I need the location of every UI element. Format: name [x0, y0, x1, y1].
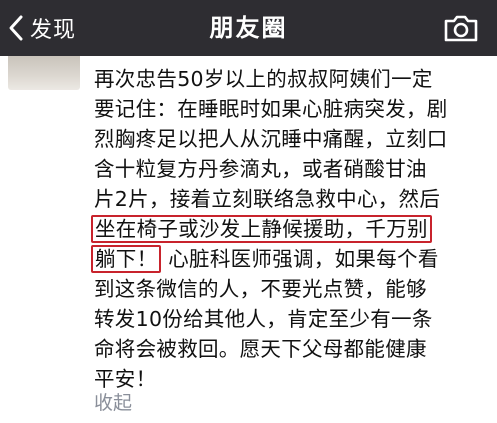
post-line: 平安！	[94, 367, 157, 391]
collapse-link[interactable]: 收起	[94, 388, 132, 415]
post-line: 要记住：在睡眠时如果心脏病突发，剧	[94, 97, 448, 121]
highlighted-text: 坐在椅子或沙发上静候援助，千万别	[91, 215, 432, 243]
post-line: 坐在椅子或沙发上静候援助，千万别	[91, 214, 486, 244]
post-line: 命将会被救回。愿天下父母都能健康	[94, 337, 427, 361]
post-line: 再次忠告50岁以上的叔叔阿姨们一定	[94, 67, 433, 91]
moments-feed: 再次忠告50岁以上的叔叔阿姨们一定 要记住：在睡眠时如果心脏病突发，剧 烈胸疼足…	[0, 56, 497, 423]
post-line: 烈胸疼足以把人从沉睡中痛醒，立刻口	[94, 127, 448, 151]
highlighted-text: 躺下！	[91, 245, 162, 273]
back-button[interactable]: 发现	[8, 8, 76, 48]
camera-button[interactable]	[443, 12, 479, 44]
post-line: 到这条微信的人，不要光点赞，能够	[94, 277, 427, 301]
post-line: 躺下！ 心脏科医师强调，如果每个看	[91, 244, 486, 274]
post-line-tail: 心脏科医师强调，如果每个看	[168, 247, 439, 271]
post-text: 再次忠告50岁以上的叔叔阿姨们一定 要记住：在睡眠时如果心脏病突发，剧 烈胸疼足…	[91, 64, 486, 394]
post-line: 转发10份给其他人，肯定至少有一条	[94, 307, 433, 331]
post-line: 含十粒复方丹参滴丸，或者硝酸甘油	[94, 157, 427, 181]
post-line: 片2片，接着立刻联络急救中心，然后	[94, 187, 441, 211]
back-label: 发现	[30, 18, 77, 43]
avatar[interactable]	[8, 56, 80, 90]
camera-icon	[444, 15, 478, 42]
nav-bar: 发现 朋友圈	[0, 0, 497, 56]
chevron-left-icon	[9, 15, 23, 41]
